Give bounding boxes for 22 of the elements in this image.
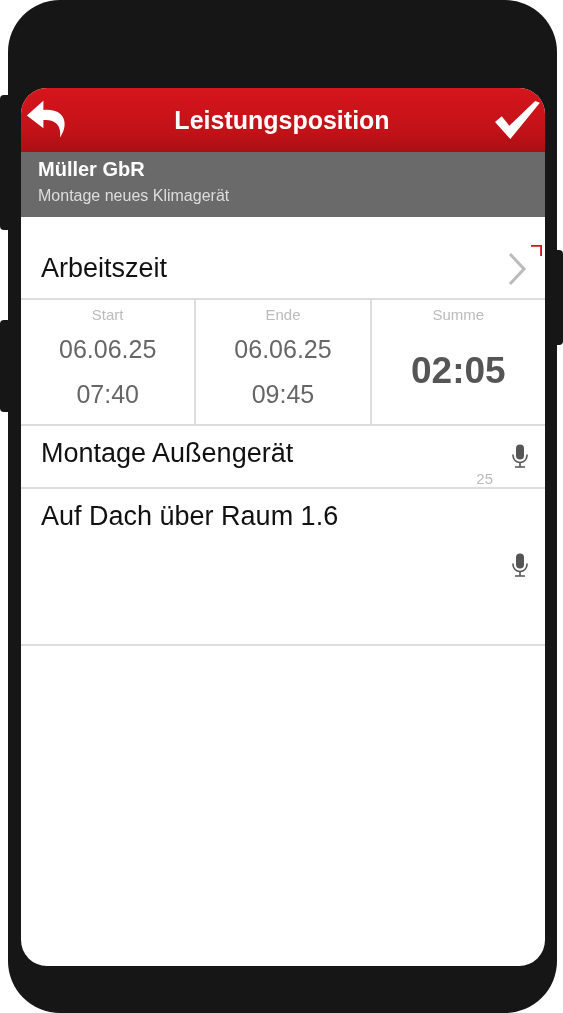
field-value: Montage Außengerät <box>41 438 294 468</box>
date-value[interactable]: 06.06.25 <box>234 335 332 364</box>
column-label: Start <box>91 306 124 323</box>
character-counter: 25 <box>476 470 493 487</box>
time-value[interactable]: 07:40 <box>76 380 139 409</box>
total-duration: 02:05 <box>411 350 506 392</box>
text-area[interactable]: Auf Dach über Raum 1.6 <box>21 489 545 646</box>
chevron-right-icon <box>507 252 527 286</box>
confirm-button[interactable] <box>493 99 541 141</box>
date-value[interactable]: 06.06.25 <box>59 335 157 364</box>
time-value[interactable]: 09:45 <box>251 380 315 409</box>
worktime-label: Arbeitszeit <box>41 253 168 284</box>
corner-mark-icon <box>531 245 542 256</box>
checkmark-icon <box>493 99 541 141</box>
column-label: Summe <box>432 306 485 323</box>
order-description: Montage neues Klimagerät <box>38 187 231 205</box>
screen-title: Leistungsposition <box>174 105 390 135</box>
column-label: Ende <box>265 306 301 323</box>
text-field[interactable]: Montage Außengerät 25 <box>21 426 545 489</box>
worktime-row[interactable]: Arbeitszeit <box>21 217 545 300</box>
customer-name: Müller GbR <box>38 158 146 181</box>
field-value: Auf Dach über Raum 1.6 <box>41 501 339 531</box>
